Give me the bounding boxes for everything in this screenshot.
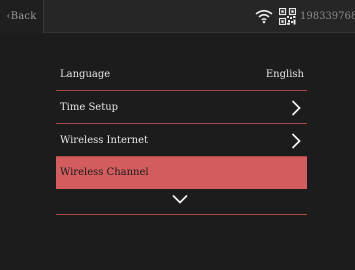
language-value: English <box>265 68 304 80</box>
chevron-right-icon <box>291 100 301 116</box>
back-button[interactable]: ‹Back <box>0 0 44 33</box>
menu-item-language[interactable]: Language English <box>56 58 307 91</box>
menu-item-label: Language <box>60 68 111 80</box>
settings-screen: ‹Back 1983397686 Language <box>0 0 355 270</box>
menu-item-time-setup[interactable]: Time Setup <box>56 91 307 124</box>
chevron-down-icon <box>172 194 188 204</box>
menu-item-label: Wireless Channel <box>60 167 149 178</box>
scroll-more-button[interactable] <box>56 189 307 215</box>
menu-item-label: Wireless Internet <box>60 134 149 146</box>
settings-menu: Language English Time Setup Wireless Int… <box>56 58 307 215</box>
wifi-icon <box>255 9 273 24</box>
top-bar: ‹Back 1983397686 <box>0 0 355 33</box>
menu-item-wireless-channel[interactable]: Wireless Channel <box>56 157 307 189</box>
back-label: ‹Back <box>6 11 37 22</box>
device-id: 1983397686 <box>300 11 355 22</box>
menu-item-label: Time Setup <box>60 101 119 113</box>
chevron-right-icon <box>291 133 301 149</box>
qr-code-icon[interactable] <box>279 8 296 25</box>
menu-item-wireless-internet[interactable]: Wireless Internet <box>56 124 307 157</box>
